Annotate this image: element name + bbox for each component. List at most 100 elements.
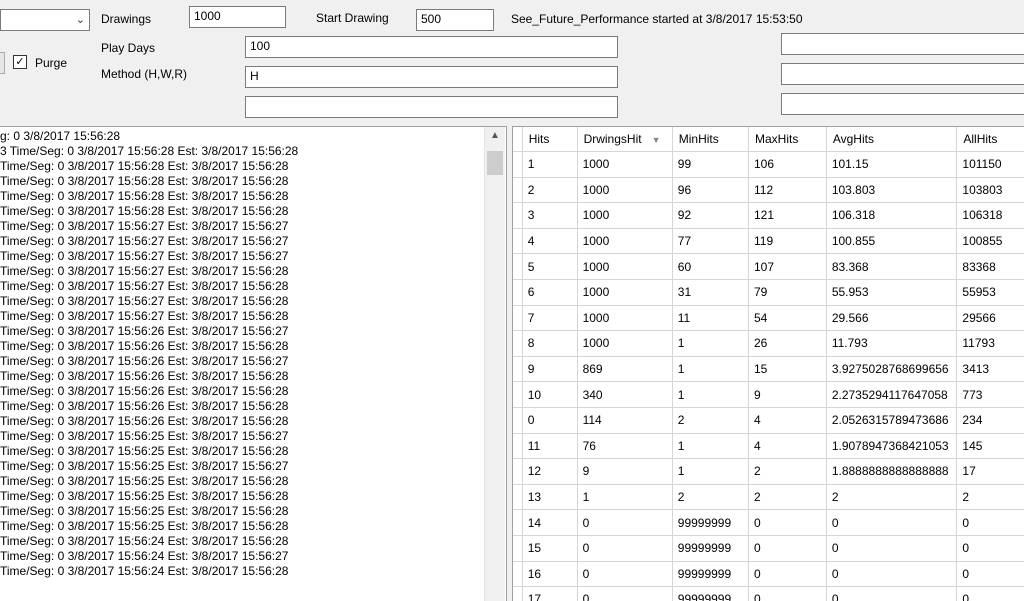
table-row[interactable]: 11 76 1 4 1.9078947368421053 145 <box>513 433 1024 460</box>
table-cell[interactable]: 100.855 <box>826 228 958 255</box>
scroll-thumb[interactable] <box>487 151 503 175</box>
table-cell[interactable]: 1.8888888888888888 <box>826 458 958 485</box>
table-cell[interactable]: 0 <box>826 509 958 536</box>
results-grid[interactable]: Hits DrwingsHit ▼ MinHits MaxHits AvgHits AllH… <box>512 126 1024 601</box>
table-row[interactable]: 15 0 99999999 0 0 0 <box>513 535 1024 562</box>
table-cell[interactable]: 106.318 <box>826 202 958 229</box>
extra-input[interactable] <box>245 96 618 118</box>
column-header-hits[interactable]: Hits <box>522 127 578 152</box>
row-header[interactable] <box>513 484 523 511</box>
table-row[interactable]: 6 1000 31 79 55.953 55953 <box>513 279 1024 306</box>
table-cell[interactable]: 4 <box>748 433 827 460</box>
table-cell[interactable]: 11 <box>672 305 750 332</box>
row-header[interactable] <box>513 356 523 383</box>
row-header[interactable] <box>513 407 523 434</box>
table-cell[interactable]: 145 <box>956 433 1024 460</box>
table-row[interactable]: 8 1000 1 26 11.793 11793 <box>513 330 1024 357</box>
table-cell[interactable]: 0 <box>956 509 1024 536</box>
table-cell[interactable]: 3.9275028768699656 <box>826 356 958 383</box>
row-header[interactable] <box>513 586 523 601</box>
table-cell[interactable]: 2 <box>748 458 827 485</box>
table-cell[interactable]: 0 <box>826 586 958 601</box>
table-cell[interactable]: 1 <box>672 381 750 408</box>
table-cell[interactable]: 3413 <box>956 356 1024 383</box>
table-row[interactable]: 2 1000 96 112 103.803 103803 <box>513 177 1024 204</box>
table-cell[interactable]: 60 <box>672 253 750 280</box>
table-cell[interactable]: 103.803 <box>826 177 958 204</box>
table-cell[interactable]: 2 <box>826 484 958 511</box>
row-header[interactable] <box>513 381 523 408</box>
row-header[interactable] <box>513 177 523 204</box>
table-cell[interactable]: 55953 <box>956 279 1024 306</box>
table-cell[interactable]: 96 <box>672 177 750 204</box>
table-cell[interactable]: 1.9078947368421053 <box>826 433 958 460</box>
table-cell[interactable]: 5 <box>522 253 578 280</box>
row-header[interactable] <box>513 151 523 178</box>
table-cell[interactable]: 9 <box>577 458 673 485</box>
table-cell[interactable]: 2 <box>956 484 1024 511</box>
table-row[interactable]: 10 340 1 9 2.2735294117647058 773 <box>513 381 1024 408</box>
table-row[interactable]: 17 0 99999999 0 0 0 <box>513 586 1024 601</box>
table-cell[interactable]: 11 <box>522 433 578 460</box>
table-cell[interactable]: 340 <box>577 381 673 408</box>
table-cell[interactable]: 773 <box>956 381 1024 408</box>
table-cell[interactable]: 103803 <box>956 177 1024 204</box>
table-cell[interactable]: 15 <box>522 535 578 562</box>
table-cell[interactable]: 234 <box>956 407 1024 434</box>
table-cell[interactable]: 13 <box>522 484 578 511</box>
table-cell[interactable]: 1 <box>577 484 673 511</box>
table-row[interactable]: 12 9 1 2 1.8888888888888888 17 <box>513 458 1024 485</box>
table-cell[interactable]: 101150 <box>956 151 1024 178</box>
table-cell[interactable]: 14 <box>522 509 578 536</box>
table-cell[interactable]: 4 <box>748 407 827 434</box>
row-header[interactable] <box>513 433 523 460</box>
column-header-minhits[interactable]: MinHits <box>672 127 750 152</box>
row-header[interactable] <box>513 279 523 306</box>
table-cell[interactable]: 99999999 <box>672 561 750 588</box>
table-cell[interactable]: 1000 <box>577 305 673 332</box>
row-header[interactable] <box>513 228 523 255</box>
right-input-3[interactable] <box>781 93 1024 115</box>
table-cell[interactable]: 107 <box>748 253 827 280</box>
table-cell[interactable]: 9 <box>522 356 578 383</box>
log-textbox[interactable]: g: 0 3/8/2017 15:56:28 3 Time/Seg: 0 3/8/… <box>0 126 507 601</box>
table-cell[interactable]: 1000 <box>577 202 673 229</box>
table-cell[interactable]: 0 <box>956 535 1024 562</box>
table-cell[interactable]: 9 <box>748 381 827 408</box>
table-cell[interactable]: 10 <box>522 381 578 408</box>
table-cell[interactable]: 3 <box>522 202 578 229</box>
column-header-avghits[interactable]: AvgHits <box>826 127 958 152</box>
table-cell[interactable]: 100855 <box>956 228 1024 255</box>
row-header[interactable] <box>513 509 523 536</box>
table-cell[interactable]: 869 <box>577 356 673 383</box>
table-cell[interactable]: 7 <box>522 305 578 332</box>
table-cell[interactable]: 1000 <box>577 330 673 357</box>
table-row[interactable]: 4 1000 77 119 100.855 100855 <box>513 228 1024 255</box>
table-cell[interactable]: 99999999 <box>672 509 750 536</box>
table-cell[interactable]: 54 <box>748 305 827 332</box>
table-cell[interactable]: 92 <box>672 202 750 229</box>
table-row[interactable]: 3 1000 92 121 106.318 106318 <box>513 202 1024 229</box>
table-cell[interactable]: 121 <box>748 202 827 229</box>
row-header[interactable] <box>513 561 523 588</box>
table-row[interactable]: 14 0 99999999 0 0 0 <box>513 509 1024 536</box>
table-cell[interactable]: 1 <box>522 151 578 178</box>
table-cell[interactable]: 112 <box>748 177 827 204</box>
right-input-2[interactable] <box>781 63 1024 85</box>
table-cell[interactable]: 0 <box>522 407 578 434</box>
table-cell[interactable]: 0 <box>956 586 1024 601</box>
table-cell[interactable]: 0 <box>577 535 673 562</box>
log-scrollbar[interactable]: ▲ <box>484 127 505 601</box>
table-cell[interactable]: 55.953 <box>826 279 958 306</box>
table-row[interactable]: 5 1000 60 107 83.368 83368 <box>513 253 1024 280</box>
start-drawing-input[interactable]: 500 <box>416 9 494 31</box>
table-cell[interactable]: 29566 <box>956 305 1024 332</box>
row-header[interactable] <box>513 305 523 332</box>
grid-corner[interactable] <box>513 127 523 152</box>
table-cell[interactable]: 6 <box>522 279 578 306</box>
table-cell[interactable]: 119 <box>748 228 827 255</box>
left-button-edge[interactable] <box>0 52 5 74</box>
table-cell[interactable]: 0 <box>577 509 673 536</box>
table-cell[interactable]: 0 <box>956 561 1024 588</box>
table-row[interactable]: 16 0 99999999 0 0 0 <box>513 561 1024 588</box>
